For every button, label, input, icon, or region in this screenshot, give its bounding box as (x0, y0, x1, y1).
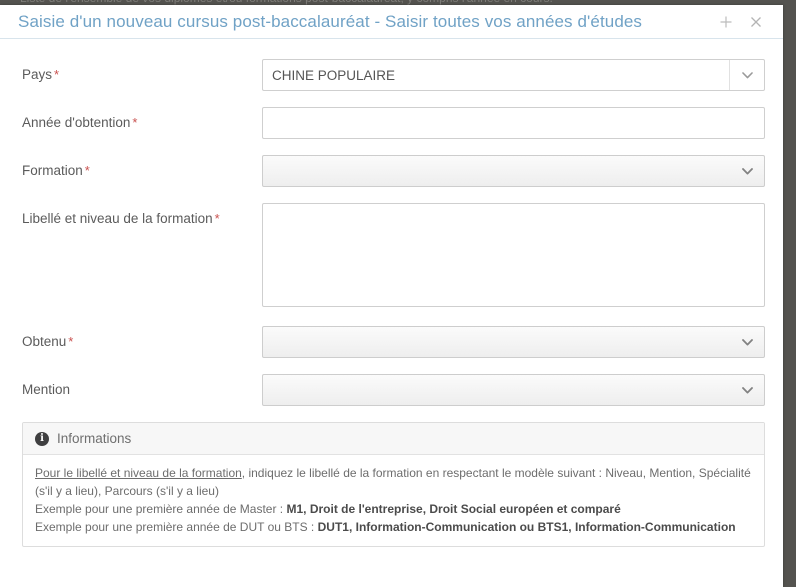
field-annee-obtention (262, 107, 765, 139)
libelle-niveau-textarea[interactable] (262, 203, 765, 307)
label-libelle-niveau: Libellé et niveau de la formation * (22, 203, 262, 227)
information-panel-body: Pour le libellé et niveau de la formatio… (23, 455, 764, 546)
form-row-formation: Formation * (22, 155, 765, 187)
label-mention-text: Mention (22, 382, 71, 397)
information-panel-title: Informations (57, 431, 132, 446)
select-pays-value: CHINE POPULAIRE (272, 67, 396, 83)
required-marker: * (132, 115, 138, 130)
label-annee-obtention-text: Année d'obtention (22, 115, 131, 130)
label-formation-text: Formation (22, 163, 83, 178)
field-pays: CHINE POPULAIRE (262, 59, 765, 91)
chevron-down-icon[interactable] (730, 375, 764, 405)
chevron-down-icon[interactable] (729, 60, 764, 90)
plus-icon[interactable] (717, 13, 735, 31)
annee-obtention-input[interactable] (262, 107, 765, 139)
label-pays: Pays * (22, 59, 262, 83)
chevron-down-icon[interactable] (730, 156, 764, 186)
cursus-form: Pays * CHINE POPULAIRE Année d'obtention * (0, 39, 783, 406)
label-annee-obtention: Année d'obtention * (22, 107, 262, 131)
required-marker: * (84, 163, 90, 178)
label-libelle-niveau-text: Libellé et niveau de la formation (22, 211, 213, 226)
field-formation (262, 155, 765, 187)
info-line-normal: Exemple pour une première année de DUT o… (35, 520, 318, 534)
field-mention (262, 374, 765, 406)
chevron-down-icon[interactable] (730, 327, 764, 357)
label-obtenu-text: Obtenu (22, 334, 67, 349)
label-pays-text: Pays (22, 67, 53, 82)
select-obtenu[interactable] (262, 326, 765, 358)
field-obtenu (262, 326, 765, 358)
info-circle-icon: i (35, 431, 49, 446)
required-marker: * (68, 334, 74, 349)
select-pays[interactable]: CHINE POPULAIRE (262, 59, 765, 91)
info-line-bold: M1, Droit de l'entreprise, Droit Social … (286, 502, 621, 516)
form-row-obtenu: Obtenu * (22, 326, 765, 358)
form-row-libelle: Libellé et niveau de la formation * (22, 203, 765, 310)
label-mention: Mention (22, 374, 262, 398)
modal-titlebar: Saisie d'un nouveau cursus post-baccalau… (0, 5, 783, 39)
label-obtenu: Obtenu * (22, 326, 262, 350)
cursus-entry-modal: Saisie d'un nouveau cursus post-baccalau… (0, 5, 783, 587)
label-formation: Formation * (22, 155, 262, 179)
required-marker: * (54, 67, 60, 82)
info-line: Exemple pour une première année de Maste… (35, 500, 752, 518)
select-formation[interactable] (262, 155, 765, 187)
form-row-annee: Année d'obtention * (22, 107, 765, 139)
info-line: Pour le libellé et niveau de la formatio… (35, 464, 752, 500)
close-icon[interactable] (747, 13, 765, 31)
information-panel: i Informations Pour le libellé et niveau… (22, 422, 765, 547)
info-line-bold: DUT1, Information-Communication ou BTS1,… (317, 520, 736, 534)
modal-title: Saisie d'un nouveau cursus post-baccalau… (18, 11, 643, 31)
info-line: Exemple pour une première année de DUT o… (35, 518, 752, 536)
form-row-mention: Mention (22, 374, 765, 406)
info-line-underlined[interactable]: Pour le libellé et niveau de la formatio… (35, 466, 242, 480)
field-libelle-niveau (262, 203, 765, 310)
required-marker: * (214, 211, 220, 226)
info-line-normal: Exemple pour une première année de Maste… (35, 502, 287, 516)
information-panel-header: i Informations (23, 423, 764, 455)
select-mention[interactable] (262, 374, 765, 406)
modal-title-actions (717, 13, 773, 31)
form-row-pays: Pays * CHINE POPULAIRE (22, 59, 765, 91)
